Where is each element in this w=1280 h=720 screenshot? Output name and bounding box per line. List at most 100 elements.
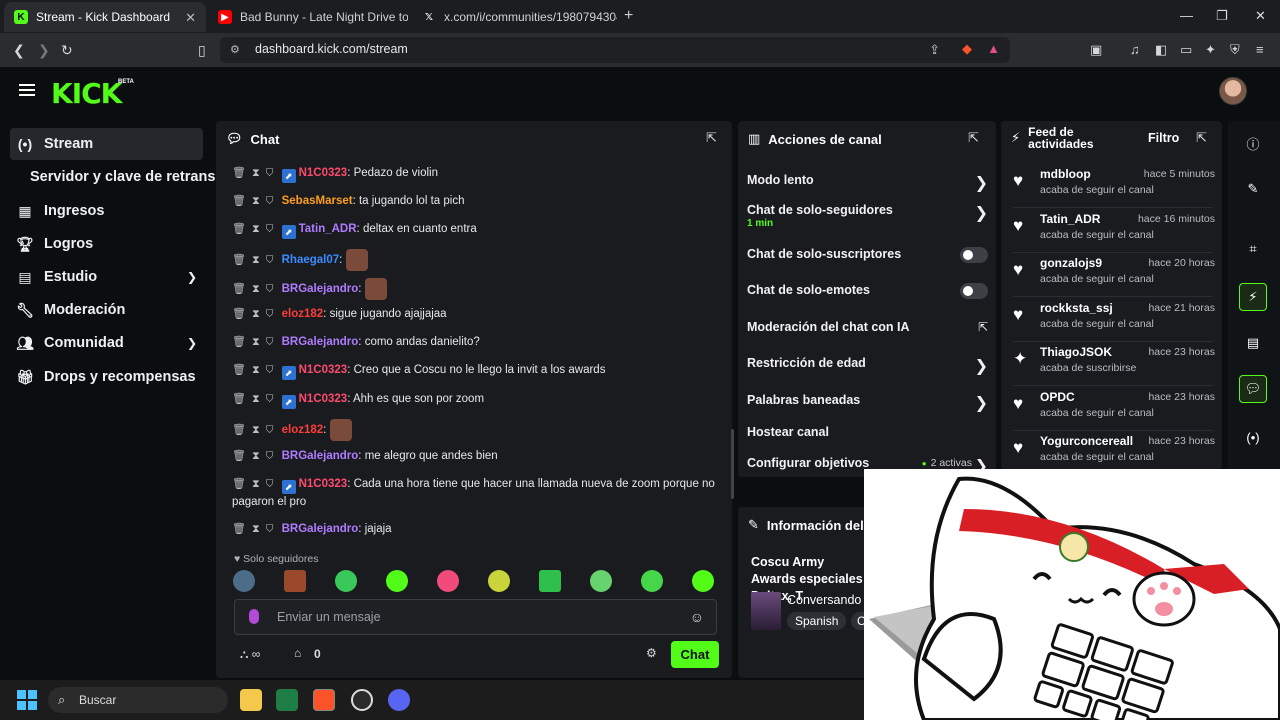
chat-username[interactable]: BRGalejandro xyxy=(282,283,359,295)
tab-x[interactable]: 𝕏 x.com/i/communities/198079430499 xyxy=(412,2,617,32)
send-chat-button[interactable]: Chat xyxy=(671,641,719,668)
windows-start-icon[interactable] xyxy=(17,690,37,710)
moderation-tools-icon[interactable]: 🗑︎⧗⛉ xyxy=(232,362,280,379)
emote-icon[interactable] xyxy=(284,570,306,592)
toggle-switch[interactable] xyxy=(960,283,988,299)
chat-icon[interactable]: 💬︎ xyxy=(1239,375,1267,403)
channel-action-item[interactable]: Palabras baneadas ❯ xyxy=(747,393,988,412)
moderation-tools-icon[interactable]: 🗑︎⧗⛉ xyxy=(232,391,280,408)
broadcast-icon[interactable]: (•) xyxy=(1239,423,1267,451)
sidebar-item-drops[interactable]: 🎁︎ Drops y recompensas xyxy=(10,361,203,393)
hamburger-icon[interactable] xyxy=(19,84,35,96)
excel-icon[interactable] xyxy=(276,689,298,711)
tag-chip[interactable]: Spanish xyxy=(787,612,847,630)
brave-shield-icon[interactable]: ◆ xyxy=(962,41,972,57)
microphone-icon[interactable] xyxy=(249,609,259,624)
emote-icon[interactable] xyxy=(539,570,561,592)
category-name[interactable]: Conversando xyxy=(787,593,861,607)
avatar[interactable] xyxy=(1219,77,1247,105)
kick-logo[interactable]: KICK xyxy=(51,77,122,110)
sidebar-item-server-key[interactable]: Servidor y clave de retransm xyxy=(30,169,228,185)
rewards-icon[interactable]: ▲ xyxy=(987,41,1000,56)
edit-icon[interactable]: ✎ xyxy=(1239,175,1267,203)
bookmark-icon[interactable]: ▯ xyxy=(198,42,206,59)
music-icon[interactable]: ♫ xyxy=(1130,42,1140,57)
sidebar-toggle-icon[interactable]: ◧ xyxy=(1155,42,1167,58)
chat-username[interactable]: BRGalejandro xyxy=(282,336,359,348)
channel-action-item[interactable]: Chat de solo-emotes xyxy=(747,283,988,299)
leo-ai-icon[interactable]: ✦ xyxy=(1205,42,1216,58)
feed-item[interactable]: ♥ OPDC hace 23 horas acaba de seguir el can… xyxy=(1013,390,1215,431)
window-close-icon[interactable]: ✕ xyxy=(1255,8,1266,24)
activity-icon[interactable]: ⚡︎ xyxy=(1239,283,1267,311)
site-info-icon[interactable]: ⚙ xyxy=(230,43,240,56)
emote-icon[interactable] xyxy=(641,570,663,592)
chat-username[interactable]: N1C0323 xyxy=(299,364,348,376)
brave-icon[interactable] xyxy=(313,689,335,711)
sidebar-item-estudio[interactable]: ▤ Estudio ❯ xyxy=(10,261,203,293)
moderation-tools-icon[interactable]: 🗑︎⧗⛉ xyxy=(232,476,280,493)
chat-username[interactable]: N1C0323 xyxy=(299,167,348,179)
emote-icon[interactable] xyxy=(590,570,612,592)
feed-item[interactable]: ♥ Yogurconcereall hace 23 horas acaba de se… xyxy=(1013,434,1215,474)
channel-action-item[interactable]: Restricción de edad ❯ xyxy=(747,356,988,375)
sidebar-item-stream[interactable]: (•) Stream xyxy=(10,128,203,160)
forward-icon[interactable]: ❯ xyxy=(38,42,50,59)
restore-icon[interactable]: ❐ xyxy=(1216,8,1228,24)
sidebar-item-comunidad[interactable]: 👥︎ Comunidad ❯ xyxy=(10,327,203,359)
chat-username[interactable]: Tatin_ADR xyxy=(299,223,357,235)
emote-icon[interactable] xyxy=(233,570,255,592)
obs-icon[interactable] xyxy=(351,689,373,711)
moderation-tools-icon[interactable]: 🗑︎⧗⛉ xyxy=(232,422,280,439)
chat-username[interactable]: N1C0323 xyxy=(299,478,348,490)
moderation-tools-icon[interactable]: 🗑︎⧗⛉ xyxy=(232,521,280,538)
sidebar-item-logros[interactable]: 🏆︎ Logros xyxy=(10,228,203,260)
channel-action-item[interactable]: Modo lento ❯ xyxy=(747,173,988,192)
url-field[interactable]: ⚙ dashboard.kick.com/stream ⇪ ◆ ▲ xyxy=(220,37,1010,63)
emoji-icon[interactable]: ☺ xyxy=(690,609,704,625)
chat-input[interactable]: Enviar un mensaje ☺ xyxy=(234,599,717,635)
feed-item[interactable]: ♥ Tatin_ADR hace 16 minutos acaba de seguir… xyxy=(1013,212,1215,253)
chat-username[interactable]: eloz182 xyxy=(282,308,324,320)
menu-icon[interactable]: ≡ xyxy=(1256,42,1264,57)
store-icon[interactable]: ⌂ xyxy=(294,646,301,660)
chat-username[interactable]: eloz182 xyxy=(282,424,324,436)
feed-item[interactable]: ♥ mdbloop hace 5 minutos acaba de seguir el… xyxy=(1013,167,1215,208)
taskbar-search[interactable]: ⌕ Buscar xyxy=(48,687,228,713)
popout-icon[interactable]: ⇱ xyxy=(706,130,717,146)
chat-username[interactable]: BRGalejandro xyxy=(282,523,359,535)
popout-icon[interactable]: ⇱ xyxy=(1196,130,1207,146)
feed-item[interactable]: ♥ gonzalojs9 hace 20 horas acaba de seguir … xyxy=(1013,256,1215,297)
moderation-tools-icon[interactable]: 🗑︎⧗⛉ xyxy=(232,165,280,182)
emote-icon[interactable] xyxy=(692,570,714,592)
chat-username[interactable]: N1C0323 xyxy=(299,393,348,405)
reload-icon[interactable]: ↻ xyxy=(61,42,73,59)
moderation-tools-icon[interactable]: 🗑︎⧗⛉ xyxy=(232,448,280,465)
close-icon[interactable]: ✕ xyxy=(185,10,196,26)
vpn-icon[interactable]: ⛨ xyxy=(1230,42,1240,58)
sidebar-item-ingresos[interactable]: ▦ Ingresos xyxy=(10,195,203,227)
chat-username[interactable]: BRGalejandro xyxy=(282,450,359,462)
file-explorer-icon[interactable] xyxy=(240,689,262,711)
new-tab-button[interactable]: + xyxy=(624,7,633,25)
chat-username[interactable]: Rhaegal07 xyxy=(282,254,340,266)
filter-button[interactable]: Filtro xyxy=(1148,131,1179,145)
channel-action-item[interactable]: Moderación del chat con IA ⇱ xyxy=(747,320,988,334)
channel-action-item[interactable]: Chat de solo-seguidores 1 min ❯ xyxy=(747,203,988,229)
info-icon[interactable]: ⓘ xyxy=(1239,129,1267,157)
moderation-tools-icon[interactable]: 🗑︎⧗⛉ xyxy=(232,306,280,323)
wallet-icon[interactable]: ▭ xyxy=(1180,42,1192,58)
emote-icon[interactable] xyxy=(335,570,357,592)
moderation-tools-icon[interactable]: 🗑︎⧗⛉ xyxy=(232,281,280,298)
channel-action-item[interactable]: Configurar objetivos2 activas❯ xyxy=(747,456,988,475)
chat-username[interactable]: SebasMarset xyxy=(282,195,353,207)
moderation-tools-icon[interactable]: 🗑︎⧗⛉ xyxy=(232,334,280,351)
feed-item[interactable]: ♥ rockksta_ssj hace 21 horas acaba de segui… xyxy=(1013,301,1215,342)
link-icon[interactable]: ⛬ ∞ xyxy=(240,647,260,662)
chat-scrollbar[interactable] xyxy=(731,429,734,499)
toggle-switch[interactable] xyxy=(960,247,988,263)
tab-kick-dashboard[interactable]: K Stream - Kick Dashboard ✕ xyxy=(4,2,206,32)
scan-icon[interactable]: ⌗ xyxy=(1239,235,1267,263)
channel-action-item[interactable]: Hostear canal xyxy=(747,425,988,439)
back-icon[interactable]: ❮ xyxy=(13,42,25,59)
